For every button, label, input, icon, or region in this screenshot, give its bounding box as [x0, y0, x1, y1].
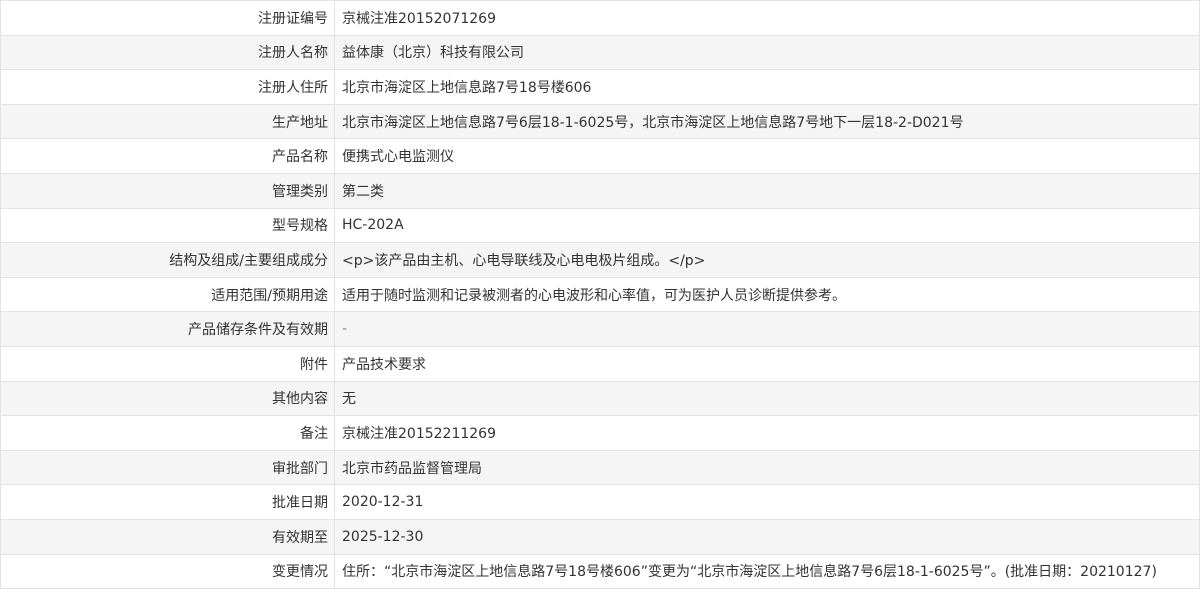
- label-valid-until: 有效期至: [0, 518, 335, 555]
- table-row-production-address: 生产地址 北京市海淀区上地信息路7号6层18-1-6025号，北京市海淀区上地信…: [0, 103, 1200, 140]
- table-row-attachment: 附件 产品技术要求: [0, 345, 1200, 382]
- label-management-category: 管理类别: [0, 172, 335, 209]
- table-row-model-spec: 型号规格 HC-202A: [0, 207, 1200, 244]
- table-row-management-category: 管理类别 第二类: [0, 172, 1200, 209]
- value-production-address: 北京市海淀区上地信息路7号6层18-1-6025号，北京市海淀区上地信息路7号地…: [334, 103, 1200, 140]
- value-intended-use: 适用于随时监测和记录被测者的心电波形和心率值，可为医护人员诊断提供参考。: [334, 276, 1200, 313]
- label-structure-composition: 结构及组成/主要组成成分: [0, 242, 335, 278]
- value-product-name: 便携式心电监测仪: [334, 138, 1200, 174]
- label-attachment: 附件: [0, 345, 335, 382]
- table-row-change-history: 变更情况 住所：“北京市海淀区上地信息路7号18号楼606”变更为“北京市海淀区…: [0, 553, 1200, 590]
- table-row-valid-until: 有效期至 2025-12-30: [0, 518, 1200, 555]
- value-approval-department: 北京市药品监督管理局: [334, 449, 1200, 486]
- label-registrant-name: 注册人名称: [0, 34, 335, 71]
- value-registrant-name: 益体康（北京）科技有限公司: [334, 34, 1200, 71]
- label-product-name: 产品名称: [0, 138, 335, 174]
- label-intended-use: 适用范围/预期用途: [0, 276, 335, 313]
- label-registration-number: 注册证编号: [0, 0, 335, 36]
- value-remarks: 京械注准20152211269: [334, 415, 1200, 451]
- label-change-history: 变更情况: [0, 553, 335, 590]
- label-approval-date: 批准日期: [0, 484, 335, 520]
- label-remarks: 备注: [0, 415, 335, 451]
- table-row-registration-number: 注册证编号 京械注准20152071269: [0, 0, 1200, 36]
- table-row-structure-composition: 结构及组成/主要组成成分 <p>该产品由主机、心电导联线及心电电极片组成。</p…: [0, 242, 1200, 278]
- value-registrant-address: 北京市海淀区上地信息路7号18号楼606: [334, 69, 1200, 105]
- label-registrant-address: 注册人住所: [0, 69, 335, 105]
- registration-record-table: 注册证编号 京械注准20152071269 注册人名称 益体康（北京）科技有限公…: [0, 0, 1200, 590]
- table-row-other-content: 其他内容 无: [0, 380, 1200, 417]
- table-row-product-name: 产品名称 便携式心电监测仪: [0, 138, 1200, 174]
- table-row-approval-department: 审批部门 北京市药品监督管理局: [0, 449, 1200, 486]
- table-row-approval-date: 批准日期 2020-12-31: [0, 484, 1200, 520]
- table-row-intended-use: 适用范围/预期用途 适用于随时监测和记录被测者的心电波形和心率值，可为医护人员诊…: [0, 276, 1200, 313]
- label-other-content: 其他内容: [0, 380, 335, 417]
- value-structure-composition: <p>该产品由主机、心电导联线及心电电极片组成。</p>: [334, 242, 1200, 278]
- label-storage-validity: 产品储存条件及有效期: [0, 311, 335, 347]
- table-row-registrant-name: 注册人名称 益体康（北京）科技有限公司: [0, 34, 1200, 71]
- value-model-spec: HC-202A: [334, 207, 1200, 244]
- label-production-address: 生产地址: [0, 103, 335, 140]
- value-other-content: 无: [334, 380, 1200, 417]
- value-valid-until: 2025-12-30: [334, 518, 1200, 555]
- value-storage-validity: -: [334, 311, 1200, 347]
- table-row-remarks: 备注 京械注准20152211269: [0, 415, 1200, 451]
- value-approval-date: 2020-12-31: [334, 484, 1200, 520]
- label-approval-department: 审批部门: [0, 449, 335, 486]
- table-row-registrant-address: 注册人住所 北京市海淀区上地信息路7号18号楼606: [0, 69, 1200, 105]
- label-model-spec: 型号规格: [0, 207, 335, 244]
- value-management-category: 第二类: [334, 172, 1200, 209]
- value-change-history: 住所：“北京市海淀区上地信息路7号18号楼606”变更为“北京市海淀区上地信息路…: [334, 553, 1200, 590]
- value-attachment: 产品技术要求: [334, 345, 1200, 382]
- table-row-storage-validity: 产品储存条件及有效期 -: [0, 311, 1200, 347]
- value-registration-number: 京械注准20152071269: [334, 0, 1200, 36]
